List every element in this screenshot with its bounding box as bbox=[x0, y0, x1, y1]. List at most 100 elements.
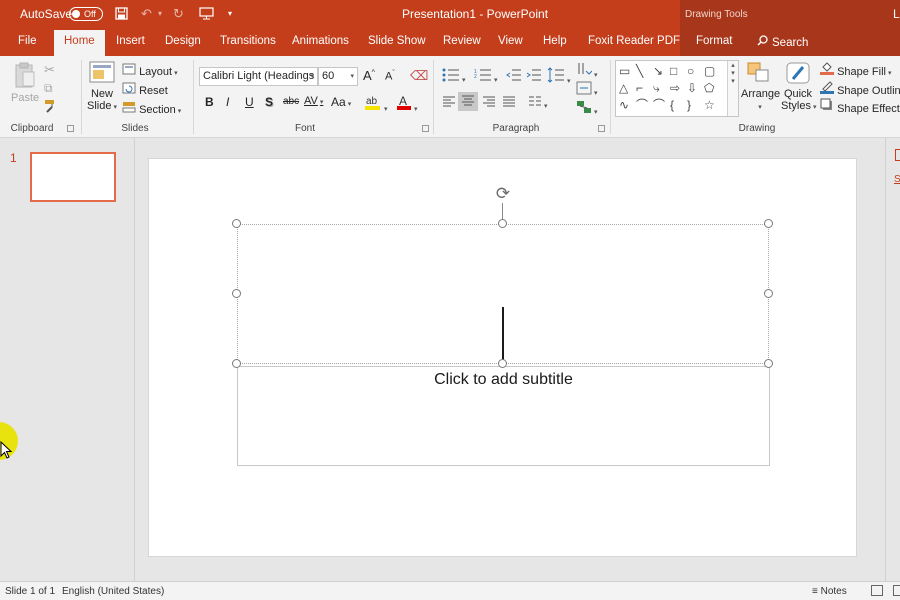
tab-format[interactable]: Format bbox=[696, 35, 732, 47]
rectangle-shape-icon[interactable]: □ bbox=[670, 64, 677, 78]
align-center-icon[interactable] bbox=[458, 92, 478, 111]
user-initials[interactable]: La bbox=[893, 7, 900, 21]
resize-handle-bottom-right[interactable] bbox=[764, 359, 773, 368]
oval-shape-icon[interactable]: ○ bbox=[687, 64, 694, 78]
clipboard-launcher[interactable] bbox=[67, 125, 74, 132]
tab-home[interactable]: Home bbox=[54, 30, 105, 56]
rounded-rectangle-shape-icon[interactable]: ▢ bbox=[704, 64, 715, 78]
tab-help[interactable]: Help bbox=[543, 35, 567, 47]
normal-view-icon[interactable] bbox=[871, 585, 883, 596]
reset-button[interactable]: Reset bbox=[122, 82, 168, 97]
shapes-gallery[interactable]: ▭ ╲ ↘ □ ○ ▢ △ ⌐ ⤷ ⇨ ⇩ ⬠ ∿ ⌒ ⌒ { } ☆ ▴ ▾ ▾ bbox=[615, 60, 739, 117]
effects-icon bbox=[820, 98, 834, 115]
separator bbox=[193, 60, 194, 134]
tab-foxit-reader-pdf[interactable]: Foxit Reader PDF bbox=[588, 35, 680, 47]
font-launcher[interactable] bbox=[422, 125, 429, 132]
resize-handle-top-left[interactable] bbox=[232, 219, 241, 228]
shape-fill-button[interactable]: Shape Fill ▾ bbox=[820, 61, 892, 78]
resize-handle-top[interactable] bbox=[498, 219, 507, 228]
clear-formatting-icon[interactable]: ⌫ bbox=[410, 68, 428, 84]
triangle-shape-icon[interactable]: △ bbox=[619, 81, 628, 95]
italic-button[interactable]: I bbox=[226, 95, 229, 109]
columns-icon[interactable]: ▾ bbox=[528, 96, 548, 111]
arrange-button[interactable]: Arrange ▾ bbox=[741, 61, 780, 112]
increase-indent-icon[interactable] bbox=[526, 68, 542, 85]
grow-font-icon[interactable]: A^ bbox=[363, 68, 375, 83]
arrow-line-shape-icon[interactable]: ↘ bbox=[653, 64, 663, 78]
reset-label: Reset bbox=[139, 85, 168, 97]
tab-view[interactable]: View bbox=[498, 35, 523, 47]
paragraph-launcher[interactable] bbox=[598, 125, 605, 132]
shrink-font-icon[interactable]: Aˇ bbox=[385, 70, 395, 83]
align-right-icon[interactable] bbox=[482, 96, 496, 111]
tab-transitions[interactable]: Transitions bbox=[220, 35, 276, 47]
smartart-icon[interactable]: ▾ bbox=[576, 100, 598, 117]
shadow-button[interactable]: S bbox=[265, 95, 273, 109]
tab-slide-show[interactable]: Slide Show bbox=[368, 35, 426, 47]
justify-icon[interactable] bbox=[502, 96, 516, 111]
notes-button[interactable]: ≡ Notes bbox=[812, 586, 847, 597]
tab-design[interactable]: Design bbox=[165, 35, 201, 47]
strikethrough-button[interactable]: abc bbox=[283, 96, 299, 107]
resize-handle-bottom[interactable] bbox=[498, 359, 507, 368]
character-spacing-button[interactable]: AV ▾ bbox=[304, 95, 323, 107]
decrease-indent-icon[interactable] bbox=[506, 68, 522, 85]
layout-button[interactable]: Layout ▾ bbox=[122, 63, 178, 78]
elbow-arrow-shape-icon[interactable]: ⤷ bbox=[653, 81, 660, 95]
line-spacing-icon[interactable]: ▾ bbox=[547, 67, 571, 86]
right-arrow-shape-icon[interactable]: ⇨ bbox=[670, 81, 680, 95]
bold-button[interactable]: B bbox=[205, 95, 214, 109]
highlight-color-icon[interactable]: ab ▾ bbox=[364, 93, 388, 114]
font-color-icon[interactable]: A ▾ bbox=[396, 93, 418, 114]
search-box[interactable]: Search bbox=[757, 35, 808, 49]
line-shape-icon[interactable]: ╲ bbox=[636, 64, 643, 78]
resize-handle-left[interactable] bbox=[232, 289, 241, 298]
resize-handle-right[interactable] bbox=[764, 289, 773, 298]
slide-canvas[interactable]: ⟳ Click to add subtitle bbox=[148, 158, 857, 557]
new-slide-button[interactable]: New Slide ▾ bbox=[87, 61, 117, 112]
right-brace-shape-icon[interactable]: } bbox=[687, 98, 691, 112]
elbow-connector-shape-icon[interactable]: ⌐ bbox=[636, 81, 643, 95]
text-box-shape-icon[interactable]: ▭ bbox=[619, 64, 630, 78]
rotate-handle-icon[interactable]: ⟳ bbox=[494, 185, 512, 203]
tab-review[interactable]: Review bbox=[443, 35, 481, 47]
slide-thumbnail[interactable] bbox=[30, 152, 116, 202]
section-button[interactable]: Section ▾ bbox=[122, 101, 181, 116]
align-text-icon[interactable]: ▾ bbox=[576, 81, 598, 98]
copy-icon[interactable]: ⧉ bbox=[44, 81, 53, 96]
tab-file[interactable]: File bbox=[18, 35, 37, 47]
paste-button[interactable]: Paste bbox=[11, 61, 39, 104]
curved-connector-shape-icon[interactable]: ⌒ bbox=[653, 98, 665, 112]
bullets-icon[interactable]: ▾ bbox=[442, 68, 466, 85]
character-spacing-label: AV bbox=[304, 95, 318, 107]
freeform-shape-icon[interactable]: ⬠ bbox=[704, 81, 714, 95]
pane-link[interactable]: S bbox=[894, 174, 900, 185]
shape-outline-button[interactable]: Shape Outline bbox=[820, 80, 900, 97]
numbering-icon[interactable]: 1 2 ▾ bbox=[474, 68, 498, 85]
curve-shape-icon[interactable]: ∿ bbox=[619, 98, 629, 112]
change-case-button[interactable]: Aa ▾ bbox=[331, 95, 351, 109]
star-shape-icon[interactable]: ☆ bbox=[704, 98, 715, 112]
subtitle-placeholder[interactable]: Click to add subtitle bbox=[237, 366, 770, 466]
tab-animations[interactable]: Animations bbox=[292, 35, 349, 47]
arc-shape-icon[interactable]: ⌒ bbox=[636, 98, 648, 112]
slide-label: Slide bbox=[87, 100, 112, 112]
status-bar: Slide 1 of 1 English (United States) ≡ N… bbox=[0, 581, 900, 600]
resize-handle-bottom-left[interactable] bbox=[232, 359, 241, 368]
quick-styles-button[interactable]: Quick Styles ▾ bbox=[781, 61, 816, 112]
down-arrow-shape-icon[interactable]: ⇩ bbox=[687, 81, 697, 95]
font-name-box[interactable]: Calibri Light (Headings ▾ bbox=[199, 67, 318, 86]
underline-button[interactable]: U bbox=[245, 95, 254, 109]
shape-effects-button[interactable]: Shape Effects bbox=[820, 98, 900, 115]
format-painter-icon[interactable] bbox=[44, 99, 58, 116]
language-indicator[interactable]: English (United States) bbox=[62, 586, 164, 597]
gallery-scroll[interactable]: ▴ ▾ ▾ bbox=[727, 61, 738, 116]
slide-sorter-icon[interactable] bbox=[893, 585, 900, 596]
font-size-box[interactable]: 60 ▾ bbox=[318, 67, 358, 86]
resize-handle-top-right[interactable] bbox=[764, 219, 773, 228]
text-direction-icon[interactable]: ▾ bbox=[576, 61, 598, 80]
cut-icon[interactable]: ✂ bbox=[44, 62, 55, 78]
tab-insert[interactable]: Insert bbox=[116, 35, 145, 47]
left-brace-shape-icon[interactable]: { bbox=[670, 98, 674, 112]
align-left-icon[interactable] bbox=[442, 96, 456, 111]
